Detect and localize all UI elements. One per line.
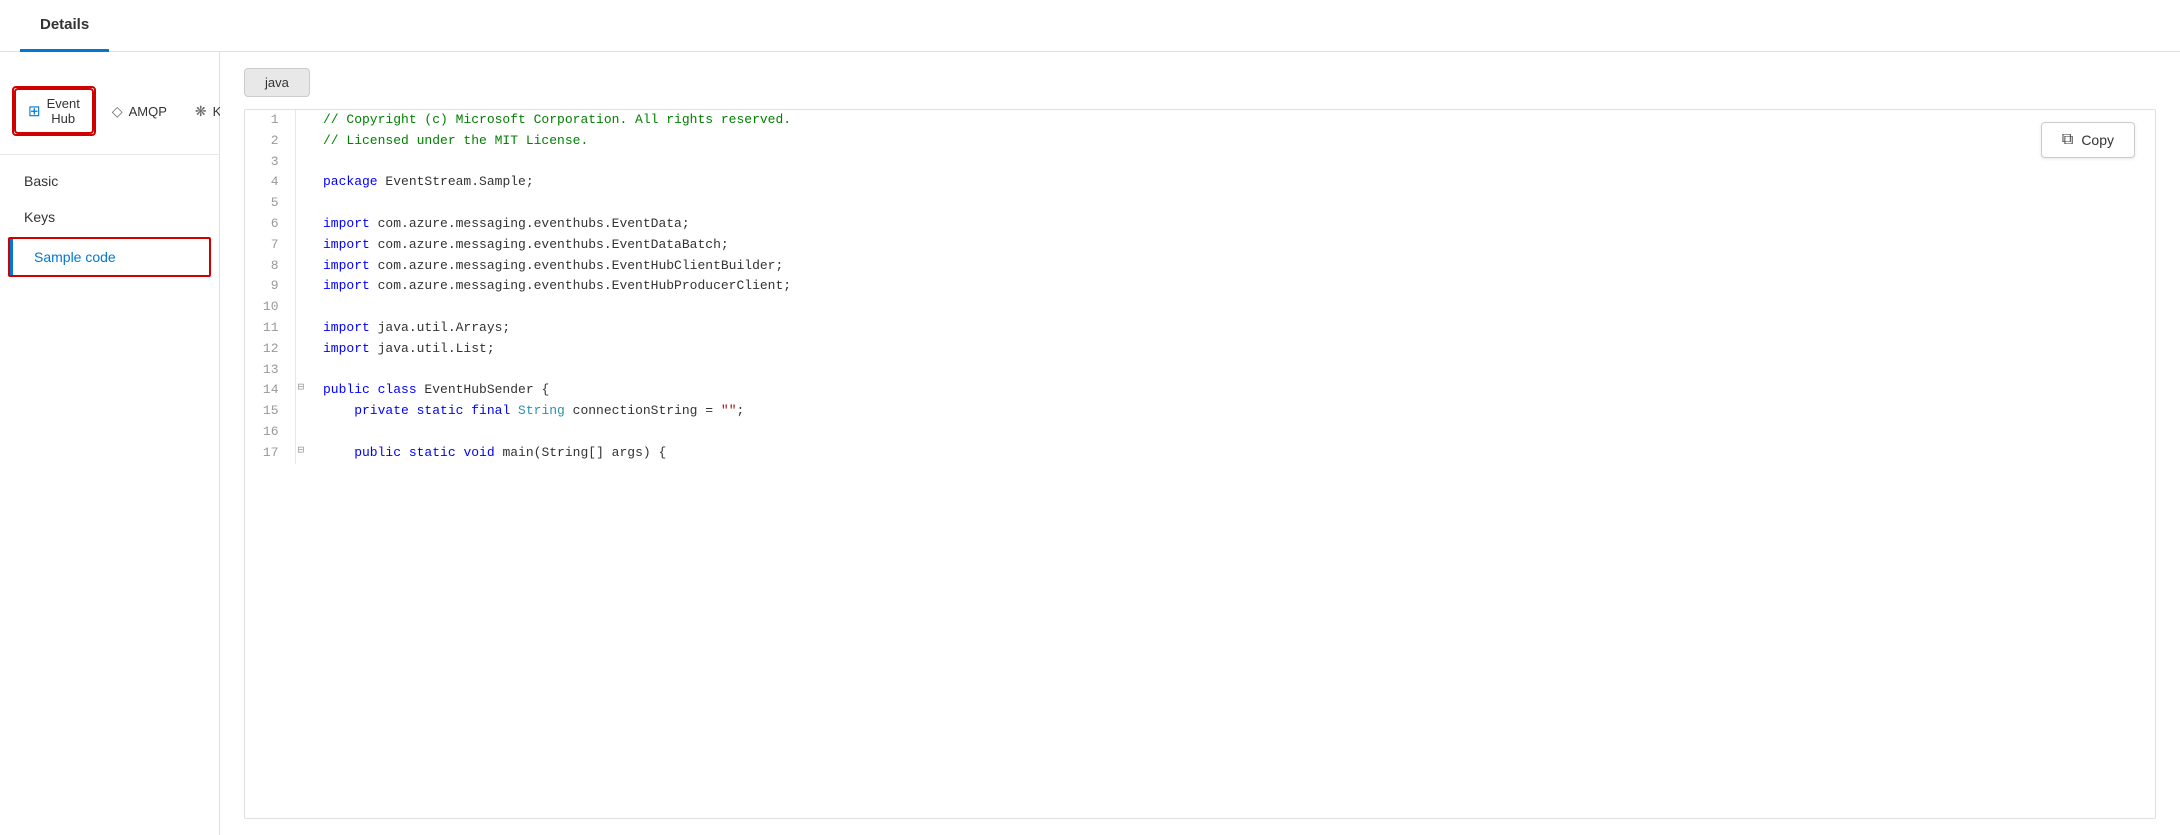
line-number: 6 <box>245 214 295 235</box>
table-row: 6 import com.azure.messaging.eventhubs.Ev… <box>245 214 2155 235</box>
main-layout: ⊞ Event Hub ◇ AMQP ❋ Kafka <box>0 52 2180 835</box>
nav-item-sample-code[interactable]: Sample code <box>10 239 209 275</box>
line-number: 14 <box>245 380 295 401</box>
fold-indicator <box>295 318 311 339</box>
table-row: 14⊟public class EventHubSender { <box>245 380 2155 401</box>
line-content: // Copyright (c) Microsoft Corporation. … <box>311 110 2155 131</box>
line-content: import java.util.Arrays; <box>311 318 2155 339</box>
lang-java-button[interactable]: java <box>244 68 310 97</box>
table-row: 7 import com.azure.messaging.eventhubs.Ev… <box>245 235 2155 256</box>
table-row: 11 import java.util.Arrays; <box>245 318 2155 339</box>
line-content <box>311 422 2155 443</box>
table-row: 13 <box>245 360 2155 381</box>
kafka-icon: ❋ <box>195 103 207 120</box>
fold-indicator <box>295 193 311 214</box>
line-content <box>311 152 2155 173</box>
line-content: import com.azure.messaging.eventhubs.Eve… <box>311 256 2155 277</box>
line-number: 12 <box>245 339 295 360</box>
content-area: java ⧉ Copy 1 // Copyright (c) Microsoft … <box>220 52 2180 835</box>
fold-indicator <box>295 401 311 422</box>
event-hub-button[interactable]: ⊞ Event Hub <box>14 88 94 134</box>
line-content: import com.azure.messaging.eventhubs.Eve… <box>311 214 2155 235</box>
line-content <box>311 193 2155 214</box>
fold-indicator <box>295 339 311 360</box>
copy-icon: ⧉ <box>2062 131 2073 149</box>
fold-indicator <box>295 422 311 443</box>
nav-item-basic[interactable]: Basic <box>0 163 219 199</box>
header-tabs: Details <box>0 0 2180 52</box>
fold-indicator <box>295 131 311 152</box>
line-number: 8 <box>245 256 295 277</box>
nav-item-keys[interactable]: Keys <box>0 199 219 235</box>
line-number: 17 <box>245 443 295 464</box>
table-row: 8 import com.azure.messaging.eventhubs.Ev… <box>245 256 2155 277</box>
copy-label: Copy <box>2081 132 2114 148</box>
code-panel: ⧉ Copy 1 // Copyright (c) Microsoft Corpo… <box>244 109 2156 819</box>
table-row: 3 <box>245 152 2155 173</box>
table-row: 4 package EventStream.Sample; <box>245 172 2155 193</box>
line-content: public class EventHubSender { <box>311 380 2155 401</box>
page-container: Details ⊞ Event Hub ◇ AMQP <box>0 0 2180 835</box>
amqp-label: AMQP <box>129 104 167 119</box>
line-content: package EventStream.Sample; <box>311 172 2155 193</box>
table-row: 12 import java.util.List; <box>245 339 2155 360</box>
line-content <box>311 360 2155 381</box>
event-hub-label: Event Hub <box>47 96 80 126</box>
line-number: 3 <box>245 152 295 173</box>
event-hub-highlight: ⊞ Event Hub <box>12 86 96 136</box>
code-table: 1 // Copyright (c) Microsoft Corporation.… <box>245 110 2155 464</box>
fold-indicator <box>295 235 311 256</box>
table-row: 10 <box>245 297 2155 318</box>
table-row: 17⊟ public static void main(String[] arg… <box>245 443 2155 464</box>
table-row: 9 import com.azure.messaging.eventhubs.Ev… <box>245 276 2155 297</box>
line-content: import com.azure.messaging.eventhubs.Eve… <box>311 235 2155 256</box>
line-content: public static void main(String[] args) { <box>311 443 2155 464</box>
fold-indicator <box>295 152 311 173</box>
amqp-icon: ◇ <box>112 103 123 120</box>
fold-indicator[interactable]: ⊟ <box>295 380 311 401</box>
amqp-button[interactable]: ◇ AMQP <box>100 97 179 126</box>
line-content: private static final String connectionSt… <box>311 401 2155 422</box>
table-row: 5 <box>245 193 2155 214</box>
lang-selector: java <box>244 68 2156 97</box>
protocol-section: ⊞ Event Hub ◇ AMQP ❋ Kafka <box>0 68 219 155</box>
line-number: 10 <box>245 297 295 318</box>
sidebar: ⊞ Event Hub ◇ AMQP ❋ Kafka <box>0 52 220 835</box>
line-content <box>311 297 2155 318</box>
table-row: 2 // Licensed under the MIT License. <box>245 131 2155 152</box>
line-content: // Licensed under the MIT License. <box>311 131 2155 152</box>
code-scroll[interactable]: 1 // Copyright (c) Microsoft Corporation.… <box>245 110 2155 818</box>
protocol-buttons: ⊞ Event Hub ◇ AMQP ❋ Kafka <box>0 78 219 144</box>
fold-indicator <box>295 110 311 131</box>
event-hub-icon: ⊞ <box>28 102 41 120</box>
copy-button[interactable]: ⧉ Copy <box>2041 122 2135 158</box>
fold-indicator[interactable]: ⊟ <box>295 443 311 464</box>
fold-indicator <box>295 256 311 277</box>
line-number: 4 <box>245 172 295 193</box>
fold-indicator <box>295 214 311 235</box>
line-number: 11 <box>245 318 295 339</box>
table-row: 1 // Copyright (c) Microsoft Corporation.… <box>245 110 2155 131</box>
fold-indicator <box>295 360 311 381</box>
line-number: 15 <box>245 401 295 422</box>
line-number: 5 <box>245 193 295 214</box>
nav-items: Basic Keys Sample code <box>0 155 219 287</box>
line-number: 7 <box>245 235 295 256</box>
fold-indicator <box>295 297 311 318</box>
line-number: 9 <box>245 276 295 297</box>
line-number: 13 <box>245 360 295 381</box>
table-row: 15 private static final String connectio… <box>245 401 2155 422</box>
line-content: import com.azure.messaging.eventhubs.Eve… <box>311 276 2155 297</box>
tab-details[interactable]: Details <box>20 0 109 52</box>
fold-indicator <box>295 172 311 193</box>
fold-indicator <box>295 276 311 297</box>
line-content: import java.util.List; <box>311 339 2155 360</box>
sample-code-highlight: Sample code <box>8 237 211 277</box>
line-number: 16 <box>245 422 295 443</box>
line-number: 2 <box>245 131 295 152</box>
table-row: 16 <box>245 422 2155 443</box>
line-number: 1 <box>245 110 295 131</box>
